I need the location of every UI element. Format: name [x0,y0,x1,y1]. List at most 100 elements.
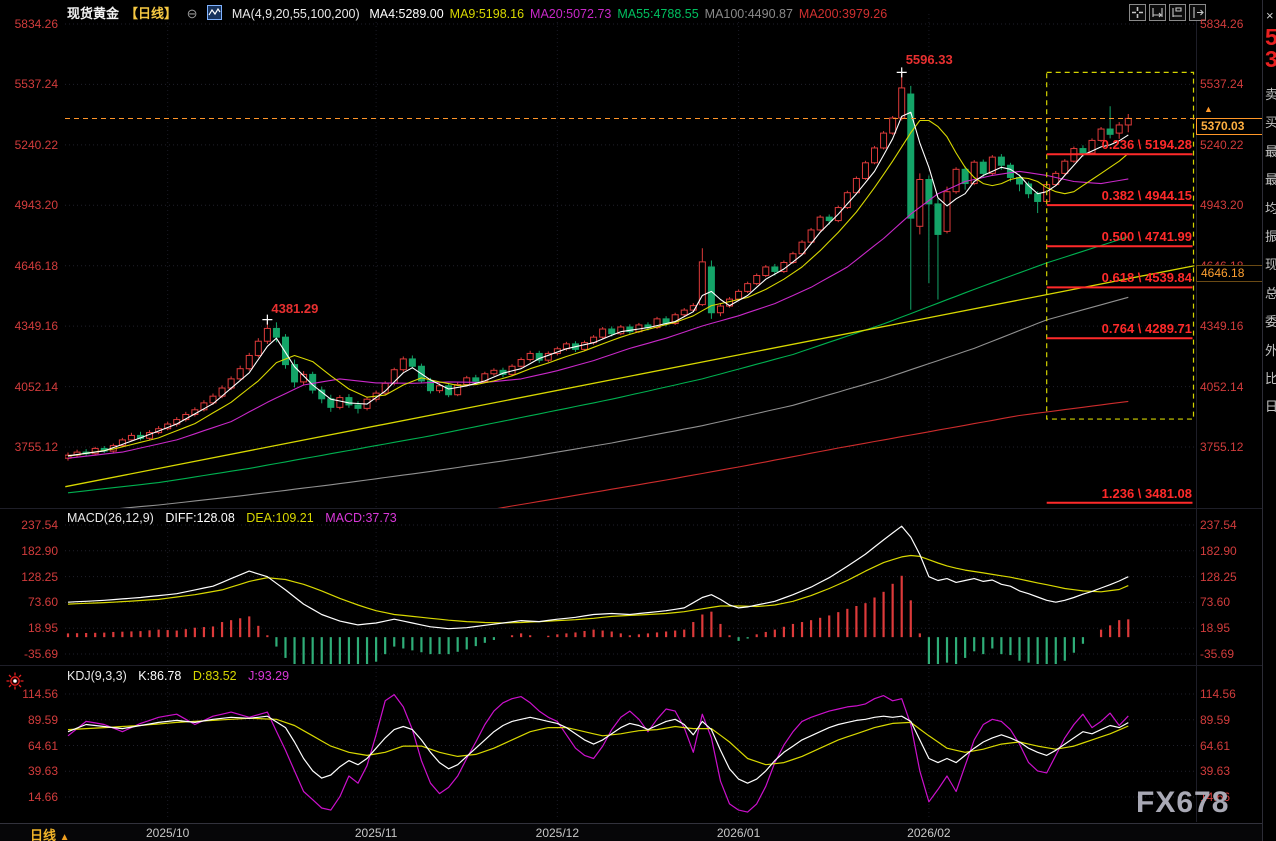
macd-axis-label: -35.69 [2,646,58,662]
collapse-icon[interactable]: ⊖ [187,6,198,21]
ma-legend-value: MA20:5072.73 [530,7,611,21]
month-tick-label: 2026/02 [899,826,959,840]
month-tick-label: 2026/01 [709,826,769,840]
quote-field-label-clipped: 现 [1265,254,1276,273]
peak-price-label: 5596.33 [906,52,953,67]
kdj-d-value: D:83.52 [193,669,237,683]
kdj-axis-label: 14.66 [2,789,58,805]
fib-level-label: 1.236 \ 3481.08 [1102,486,1192,501]
macd-axis-label: 128.25 [1200,569,1260,585]
price-axis-label: 4052.14 [2,379,58,395]
price-axis-label: 5240.22 [2,137,58,153]
price-axis-label: 3755.12 [2,439,58,455]
quote-field-label-clipped: 委 [1265,311,1276,330]
panel-divider [0,508,1262,509]
macd-layer [68,526,1128,684]
kdj-header: KDJ(9,3,3) K:86.78 D:83.52 J:93.29 [67,669,297,683]
big-price-clipped: 53 [1265,26,1276,70]
macd-axis-label: 128.25 [2,569,58,585]
period-selector[interactable]: 日线 ▲ [30,825,70,841]
macd-axis-label: 73.60 [2,594,58,610]
ma-legend-value: MA200:3979.26 [799,7,887,21]
kdj-j-value: J:93.29 [248,669,289,683]
macd-axis-label: 18.95 [2,620,58,636]
kdj-axis-label: 114.56 [1200,686,1260,702]
macd-axis-label: 182.90 [1200,543,1260,559]
ma-legend: MA4:5289.00 MA9:5198.16 MA20:5072.73 MA55:4… [369,6,893,21]
macd-header: MACD(26,12,9) DIFF:128.08 DEA:109.21 MAC… [67,511,405,525]
kdj-name[interactable]: KDJ(9,3,3) [67,669,127,683]
macd-axis-label: 18.95 [1200,620,1260,636]
ma-legend-value: MA9:5198.16 [450,7,524,21]
month-tick-label: 2025/11 [346,826,406,840]
fib-level-label: 0.500 \ 4741.99 [1102,229,1192,244]
kdj-axis-label: 64.61 [2,738,58,754]
month-tick-label: 2025/12 [527,826,587,840]
ma-settings-label[interactable]: MA(4,9,20,55,100,200) [232,7,360,21]
kdj-axis-label: 39.63 [2,763,58,779]
quote-field-label-clipped: 最 [1265,141,1276,160]
chart-type-icon[interactable] [207,5,222,20]
price-axis-label: 4349.16 [2,318,58,334]
chevron-up-icon: ▲ [60,832,70,841]
price-axis-label: 4349.16 [1200,318,1260,334]
macd-axis-label: 237.54 [2,517,58,533]
macd-macd-value: MACD:37.73 [325,511,397,525]
kdj-k-value: K:86.78 [138,669,181,683]
swing-high-label: 4381.29 [271,301,318,316]
quote-field-label-clipped: 比 [1265,368,1276,387]
ma-legend-value: MA100:4490.87 [705,7,793,21]
price-axis-label: 3755.12 [1200,439,1260,455]
ma-lines-layer [65,112,1194,513]
measure-icon[interactable] [1149,4,1166,21]
quote-field-label-clipped: 买 [1265,112,1276,131]
chart-canvas[interactable] [0,0,1276,841]
quote-field-label-clipped: 均 [1265,198,1276,217]
fib-level-label: 0.764 \ 4289.71 [1102,321,1192,336]
quote-field-label-clipped: 最 [1265,169,1276,188]
fib-level-label: 0.236 \ 5194.28 [1102,137,1192,152]
kdj-axis-label: 64.61 [1200,738,1260,754]
quote-field-label-clipped: 外 [1265,340,1276,359]
price-axis-label: 5240.22 [1200,137,1260,153]
close-icon[interactable]: × [1266,8,1274,23]
price-axis-label: 4943.20 [1200,197,1260,213]
kdj-layer [68,695,1128,813]
quote-panel-clipped: × 53 卖买最最均振现总委外比日 [1262,0,1276,841]
flag-ruler-icon[interactable] [1169,4,1186,21]
price-axis-label: 5834.26 [2,16,58,32]
kdj-axis-label: 89.59 [2,712,58,728]
chart-toolbar: 现货黄金【日线】 ⊖ MA(4,9,20,55,100,200) MA4:528… [67,3,899,21]
ma-legend-value: MA55:4788.55 [617,7,698,21]
trendline-price-tag: 4646.18 [1196,265,1266,282]
grid-layer [65,14,1196,820]
period-badge: 【日线】 [125,6,177,21]
kdj-axis-label: 39.63 [1200,763,1260,779]
price-up-arrow-icon: ▲ [1204,104,1213,114]
price-axis-label: 5834.26 [1200,16,1260,32]
alert-sun-icon[interactable] [4,670,26,692]
macd-axis-label: 237.54 [1200,517,1260,533]
crosshair-icon[interactable] [1129,4,1146,21]
toolbar-icon-group [1129,4,1206,21]
price-axis-label: 4943.20 [2,197,58,213]
quote-field-label-clipped: 总 [1265,283,1276,302]
macd-axis-label: 73.60 [1200,594,1260,610]
panel-divider [0,665,1262,666]
macd-axis-label: 182.90 [2,543,58,559]
fib-level-label: 0.382 \ 4944.15 [1102,188,1192,203]
kdj-axis-label: 89.59 [1200,712,1260,728]
fib-level-label: 0.618 \ 4539.84 [1102,270,1192,285]
instrument-title: 现货黄金 [67,6,119,21]
quote-field-label-clipped: 日 [1265,396,1276,415]
macd-dea-value: DEA:109.21 [246,511,313,525]
quote-field-label-clipped: 振 [1265,226,1276,245]
fibonacci-layer [65,67,1196,502]
price-axis-label: 4052.14 [1200,379,1260,395]
fx678-watermark: FX678 [1136,786,1229,820]
ma-legend-value: MA4:5289.00 [369,7,443,21]
price-axis-label: 5537.24 [2,76,58,92]
macd-name[interactable]: MACD(26,12,9) [67,511,154,525]
current-price-tag: 5370.03 [1196,118,1266,135]
macd-diff-value: DIFF:128.08 [165,511,234,525]
